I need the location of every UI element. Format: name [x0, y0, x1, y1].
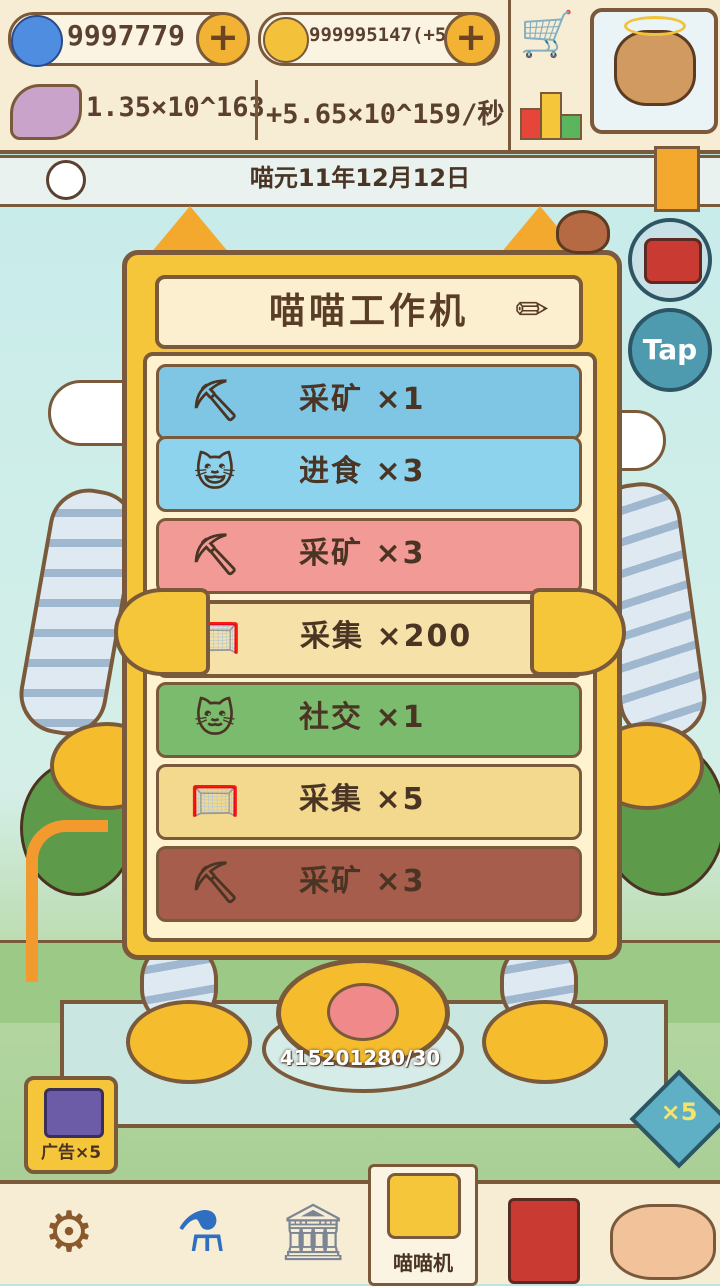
game-date: 喵元11年12月12日 [249, 164, 471, 192]
cat-avatar-icon [614, 30, 696, 106]
machine-tail [26, 820, 108, 982]
pickaxe-icon: ⛏ [189, 860, 241, 906]
task-row[interactable]: ⛏ 采矿 ×1 [156, 364, 582, 440]
selector-left-clamp [114, 588, 210, 676]
coin-amount: 999995147(+50 [309, 24, 458, 46]
bird-icon [556, 210, 610, 254]
shop-cart-icon[interactable]: 🛒 [512, 0, 582, 70]
task-row[interactable]: ⛏ 采矿 ×3 [156, 518, 582, 594]
leaderboard-icon[interactable] [520, 84, 582, 140]
task-label: 采矿 ×1 [299, 382, 426, 417]
fish-icon [10, 84, 82, 140]
add-coins-button[interactable]: + [444, 12, 498, 66]
gem-amount: 9997779 [67, 19, 186, 52]
task-label: 采集 ×5 [299, 782, 426, 817]
machine-title: 喵喵工作机 [268, 291, 469, 332]
date-bar: 喵元11年12月12日 [0, 146, 720, 212]
pencil-icon[interactable]: ✏ [509, 285, 559, 335]
fish-total: 1.35×10^163 [86, 92, 265, 123]
selector-right-clamp [530, 588, 626, 676]
halo-icon [624, 16, 686, 36]
task-row[interactable]: 🥅 采集 ×200 [156, 600, 584, 678]
net-icon: 🥅 [190, 778, 240, 824]
fish-rate: +5.65×10^159/秒 [266, 99, 505, 130]
task-row[interactable]: 😺 进食 ×3 [156, 436, 582, 512]
top-hud: 9997779 + 999995147(+50 + 1.35×10^163 +5… [0, 0, 720, 154]
treasure-chest-button[interactable] [628, 218, 712, 302]
museum-banner-icon[interactable] [654, 146, 700, 212]
speed-label: ×5 [660, 1098, 698, 1126]
hud-divider [508, 0, 511, 150]
task-label: 进食 ×3 [299, 454, 426, 489]
pickaxe-icon: ⛏ [189, 532, 241, 578]
gem-icon [11, 15, 63, 67]
bottom-nav: ⚙ ⚗ 🏛 喵喵机 [0, 1164, 720, 1286]
player-avatar[interactable] [590, 8, 718, 134]
task-label: 采矿 ×3 [299, 864, 426, 899]
cat-eating-icon: 😺 [194, 450, 236, 496]
potion-icon[interactable]: ⚗ [156, 1188, 246, 1278]
treasure-chest-icon [644, 238, 702, 284]
coin-icon [263, 17, 309, 63]
paw-print-icon [327, 983, 399, 1041]
task-label: 社交 ×1 [299, 700, 426, 735]
task-label: 采集 ×200 [300, 619, 473, 654]
book-icon[interactable] [508, 1198, 580, 1284]
task-row[interactable]: 🐱 社交 ×1 [156, 682, 582, 758]
hud-divider [255, 80, 258, 140]
meow-machine-icon [387, 1173, 461, 1239]
tap-label: Tap [642, 333, 698, 366]
work-counter: 415201280/30 [279, 1046, 441, 1070]
cat-friends-icon[interactable] [610, 1204, 716, 1280]
cart-wheel-icon[interactable]: ⚙ [24, 1188, 114, 1278]
machine-right-foot [482, 1000, 608, 1084]
add-gems-button[interactable]: + [196, 12, 250, 66]
tap-button[interactable]: Tap [628, 308, 712, 392]
machine-title-box: 喵喵工作机 ✏ [155, 275, 583, 349]
machine-left-foot [126, 1000, 252, 1084]
task-row[interactable]: 🥅 采集 ×5 [156, 764, 582, 840]
nav-tab-meow-machine[interactable]: 喵喵机 [368, 1164, 478, 1286]
pickaxe-icon: ⛏ [189, 378, 241, 424]
nav-tab-label: 喵喵机 [393, 1251, 453, 1275]
machine-left-ear [150, 206, 230, 254]
task-label: 采矿 ×3 [299, 536, 426, 571]
museum-icon[interactable]: 🏛 [268, 1188, 358, 1278]
ad-button[interactable]: 广告×5 [24, 1076, 118, 1174]
ad-label: 广告×5 [40, 1143, 102, 1163]
task-row[interactable]: ⛏ 采矿 ×3 [156, 846, 582, 922]
clapperboard-icon [44, 1088, 104, 1138]
cat-face-icon: 🐱 [194, 696, 236, 742]
